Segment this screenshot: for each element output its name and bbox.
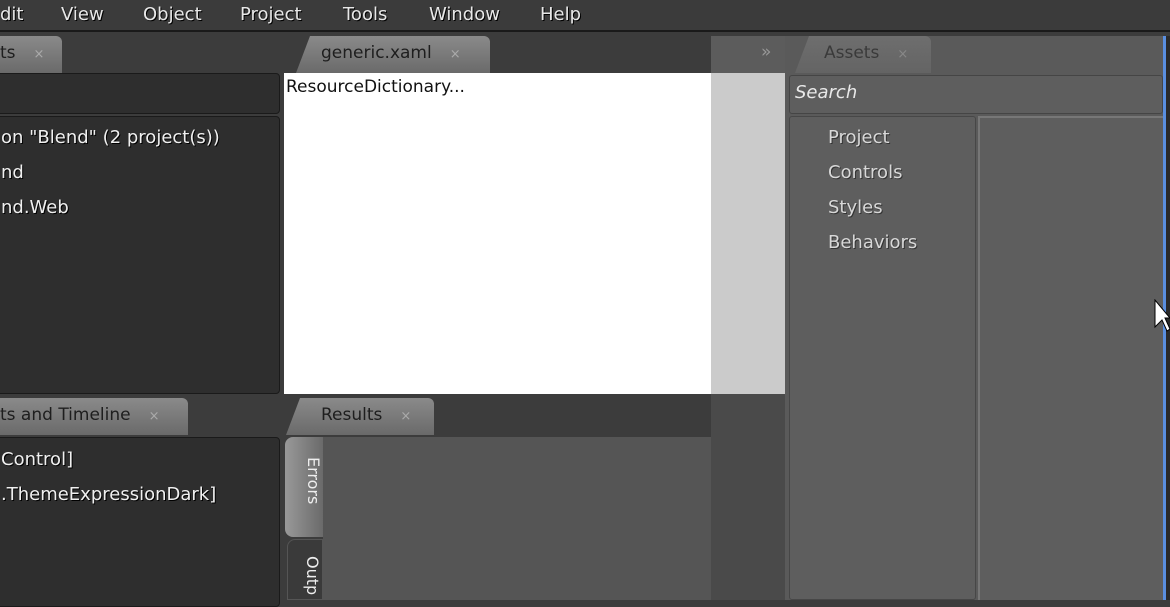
- tab-label: ts and Timeline: [0, 405, 131, 425]
- vtab-errors[interactable]: Errors: [285, 437, 323, 537]
- tree-item-control[interactable]: Control]: [1, 449, 73, 470]
- objects-tree: Control] .ThemeExpressionDark]: [0, 437, 280, 607]
- assets-search-input[interactable]: Search: [789, 75, 1163, 114]
- close-icon[interactable]: ×: [400, 409, 411, 424]
- tab-label: ts: [0, 43, 16, 63]
- category-behaviors[interactable]: Behaviors: [828, 232, 917, 253]
- tab-assets[interactable]: Assets ×: [795, 36, 931, 73]
- menu-help[interactable]: Help: [540, 4, 581, 25]
- panel-filler: [711, 394, 785, 600]
- tab-results[interactable]: Results ×: [286, 398, 434, 435]
- menu-object[interactable]: Object: [143, 4, 202, 25]
- assets-categories: Project Controls Styles Behaviors: [789, 116, 976, 600]
- tree-item-theme[interactable]: .ThemeExpressionDark]: [1, 484, 216, 505]
- projects-tree: on "Blend" (2 project(s)) nd nd.Web: [0, 116, 280, 394]
- expand-icon[interactable]: »: [761, 42, 771, 62]
- menu-bar: dit View Object Project Tools Window Hel…: [0, 0, 1170, 32]
- scroll-strip: [711, 73, 785, 394]
- close-icon[interactable]: ×: [897, 47, 908, 62]
- tree-item-project[interactable]: nd: [1, 162, 24, 183]
- vtab-output[interactable]: Outp: [287, 539, 323, 600]
- close-icon[interactable]: ×: [450, 47, 461, 62]
- menu-edit[interactable]: dit: [0, 4, 23, 25]
- menu-project[interactable]: Project: [240, 4, 302, 25]
- search-placeholder: Search: [795, 82, 858, 103]
- tab-label: generic.xaml: [321, 43, 432, 63]
- close-icon[interactable]: ×: [34, 47, 45, 62]
- menu-view[interactable]: View: [61, 4, 104, 25]
- document-text: ResourceDictionary...: [286, 77, 465, 97]
- tab-generic-xaml[interactable]: generic.xaml ×: [296, 36, 490, 73]
- tree-item-project-web[interactable]: nd.Web: [1, 197, 69, 218]
- menu-window[interactable]: Window: [429, 4, 500, 25]
- category-controls[interactable]: Controls: [828, 162, 902, 183]
- menu-tools[interactable]: Tools: [343, 4, 387, 25]
- tab-label: Assets: [824, 43, 880, 63]
- tab-objects-timeline[interactable]: ts and Timeline ×: [0, 398, 188, 435]
- panel-header: »: [711, 36, 789, 73]
- category-styles[interactable]: Styles: [828, 197, 883, 218]
- close-icon[interactable]: ×: [149, 409, 160, 424]
- tree-item-solution[interactable]: on "Blend" (2 project(s)): [1, 127, 220, 148]
- vtab-label: Errors: [304, 457, 323, 505]
- vtab-label: Outp: [303, 556, 322, 596]
- results-content: [323, 437, 711, 600]
- document-editor[interactable]: ResourceDictionary...: [284, 73, 711, 394]
- category-project[interactable]: Project: [828, 127, 890, 148]
- mouse-cursor-icon: [1154, 299, 1170, 332]
- projects-search[interactable]: [0, 73, 280, 114]
- tab-projects[interactable]: ts ×: [0, 36, 62, 73]
- assets-content: [978, 116, 1163, 600]
- tab-label: Results: [321, 405, 383, 425]
